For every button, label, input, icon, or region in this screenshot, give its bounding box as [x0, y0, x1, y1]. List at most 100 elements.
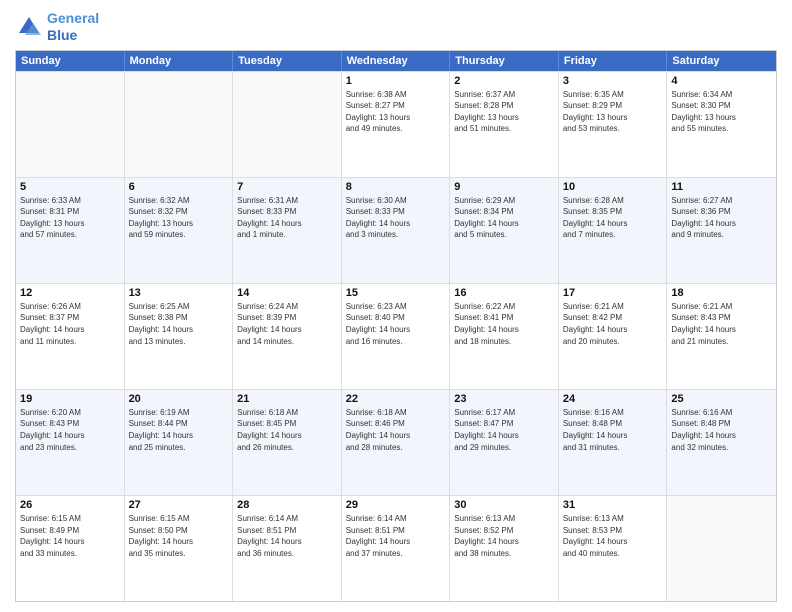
cal-week: 12 Sunrise: 6:26 AMSunset: 8:37 PMDayligh… [16, 283, 776, 389]
cal-cell: 19Sunrise: 6:20 AMSunset: 8:43 PMDayligh… [16, 390, 125, 495]
day-number: 28 [237, 499, 337, 511]
cell-text: Sunrise: 6:18 AMSunset: 8:46 PMDaylight:… [346, 407, 446, 453]
day-number: 23 [454, 393, 554, 405]
cell-text: Sunrise: 6:21 AMSunset: 8:42 PMDaylight:… [563, 301, 663, 347]
cal-cell: 8Sunrise: 6:30 AMSunset: 8:33 PMDaylight… [342, 178, 451, 283]
cal-cell: 29Sunrise: 6:14 AMSunset: 8:51 PMDayligh… [342, 496, 451, 601]
cal-header-cell: Tuesday [233, 51, 342, 71]
cal-cell: 17 Sunrise: 6:21 AMSunset: 8:42 PMDayligh… [559, 284, 668, 389]
cell-text: Sunrise: 6:24 AMSunset: 8:39 PMDaylight:… [237, 301, 337, 347]
cal-cell: 15Sunrise: 6:23 AMSunset: 8:40 PMDayligh… [342, 284, 451, 389]
cal-cell: 16 Sunrise: 6:22 AMSunset: 8:41 PMDayligh… [450, 284, 559, 389]
cell-text: Sunrise: 6:14 AMSunset: 8:51 PMDaylight:… [237, 513, 337, 559]
day-number: 30 [454, 499, 554, 511]
day-number: 14 [237, 287, 337, 299]
cal-cell: 11Sunrise: 6:27 AMSunset: 8:36 PMDayligh… [667, 178, 776, 283]
day-number: 27 [129, 499, 229, 511]
cal-cell: 31 Sunrise: 6:13 AMSunset: 8:53 PMDayligh… [559, 496, 668, 601]
cal-cell: 1 Sunrise: 6:38 AMSunset: 8:27 PMDaylight… [342, 72, 451, 177]
cell-text: Sunrise: 6:38 AMSunset: 8:27 PMDaylight:… [346, 89, 446, 135]
cal-header-cell: Friday [559, 51, 668, 71]
cal-cell: 6 Sunrise: 6:32 AMSunset: 8:32 PMDaylight… [125, 178, 234, 283]
cell-text: Sunrise: 6:33 AMSunset: 8:31 PMDaylight:… [20, 195, 120, 241]
cal-cell: 18Sunrise: 6:21 AMSunset: 8:43 PMDayligh… [667, 284, 776, 389]
day-number: 31 [563, 499, 663, 511]
cell-text: Sunrise: 6:17 AMSunset: 8:47 PMDaylight:… [454, 407, 554, 453]
day-number: 11 [671, 181, 772, 193]
cal-header-cell: Saturday [667, 51, 776, 71]
cal-header-cell: Wednesday [342, 51, 451, 71]
cell-text: Sunrise: 6:32 AMSunset: 8:32 PMDaylight:… [129, 195, 229, 241]
cal-cell: 14 Sunrise: 6:24 AMSunset: 8:39 PMDayligh… [233, 284, 342, 389]
cal-cell [16, 72, 125, 177]
cal-cell: 21 Sunrise: 6:18 AMSunset: 8:45 PMDayligh… [233, 390, 342, 495]
cell-text: Sunrise: 6:26 AMSunset: 8:37 PMDaylight:… [20, 301, 120, 347]
calendar-body: 1 Sunrise: 6:38 AMSunset: 8:27 PMDaylight… [16, 71, 776, 601]
day-number: 16 [454, 287, 554, 299]
cal-header-cell: Thursday [450, 51, 559, 71]
day-number: 7 [237, 181, 337, 193]
cal-cell: 22Sunrise: 6:18 AMSunset: 8:46 PMDayligh… [342, 390, 451, 495]
calendar: SundayMondayTuesdayWednesdayThursdayFrid… [15, 50, 777, 602]
day-number: 29 [346, 499, 446, 511]
day-number: 26 [20, 499, 120, 511]
cal-cell: 2Sunrise: 6:37 AMSunset: 8:28 PMDaylight… [450, 72, 559, 177]
cal-week: 19Sunrise: 6:20 AMSunset: 8:43 PMDayligh… [16, 389, 776, 495]
cell-text: Sunrise: 6:16 AMSunset: 8:48 PMDaylight:… [671, 407, 772, 453]
day-number: 17 [563, 287, 663, 299]
cal-cell: 12 Sunrise: 6:26 AMSunset: 8:37 PMDayligh… [16, 284, 125, 389]
header: General Blue [15, 10, 777, 44]
cell-text: Sunrise: 6:37 AMSunset: 8:28 PMDaylight:… [454, 89, 554, 135]
cell-text: Sunrise: 6:13 AMSunset: 8:52 PMDaylight:… [454, 513, 554, 559]
logo: General Blue [15, 10, 99, 44]
cal-week: 1 Sunrise: 6:38 AMSunset: 8:27 PMDaylight… [16, 71, 776, 177]
cal-cell: 28 Sunrise: 6:14 AMSunset: 8:51 PMDayligh… [233, 496, 342, 601]
logo-text: General Blue [47, 10, 99, 44]
day-number: 18 [671, 287, 772, 299]
cell-text: Sunrise: 6:13 AMSunset: 8:53 PMDaylight:… [563, 513, 663, 559]
cal-cell: 5 Sunrise: 6:33 AMSunset: 8:31 PMDaylight… [16, 178, 125, 283]
page: General Blue SundayMondayTuesdayWednesda… [0, 0, 792, 612]
cell-text: Sunrise: 6:23 AMSunset: 8:40 PMDaylight:… [346, 301, 446, 347]
cell-text: Sunrise: 6:15 AMSunset: 8:49 PMDaylight:… [20, 513, 120, 559]
cal-cell: 23 Sunrise: 6:17 AMSunset: 8:47 PMDayligh… [450, 390, 559, 495]
cell-text: Sunrise: 6:18 AMSunset: 8:45 PMDaylight:… [237, 407, 337, 453]
day-number: 9 [454, 181, 554, 193]
cell-text: Sunrise: 6:34 AMSunset: 8:30 PMDaylight:… [671, 89, 772, 135]
day-number: 3 [563, 75, 663, 87]
cal-week: 26 Sunrise: 6:15 AMSunset: 8:49 PMDayligh… [16, 495, 776, 601]
cell-text: Sunrise: 6:28 AMSunset: 8:35 PMDaylight:… [563, 195, 663, 241]
cell-text: Sunrise: 6:19 AMSunset: 8:44 PMDaylight:… [129, 407, 229, 453]
cal-cell: 30 Sunrise: 6:13 AMSunset: 8:52 PMDayligh… [450, 496, 559, 601]
cal-cell: 20Sunrise: 6:19 AMSunset: 8:44 PMDayligh… [125, 390, 234, 495]
cal-cell [125, 72, 234, 177]
day-number: 25 [671, 393, 772, 405]
day-number: 19 [20, 393, 120, 405]
cell-text: Sunrise: 6:25 AMSunset: 8:38 PMDaylight:… [129, 301, 229, 347]
cell-text: Sunrise: 6:22 AMSunset: 8:41 PMDaylight:… [454, 301, 554, 347]
cell-text: Sunrise: 6:30 AMSunset: 8:33 PMDaylight:… [346, 195, 446, 241]
cal-cell: 10 Sunrise: 6:28 AMSunset: 8:35 PMDayligh… [559, 178, 668, 283]
day-number: 5 [20, 181, 120, 193]
day-number: 10 [563, 181, 663, 193]
cal-header-cell: Sunday [16, 51, 125, 71]
cell-text: Sunrise: 6:35 AMSunset: 8:29 PMDaylight:… [563, 89, 663, 135]
day-number: 13 [129, 287, 229, 299]
cell-text: Sunrise: 6:29 AMSunset: 8:34 PMDaylight:… [454, 195, 554, 241]
cal-cell: 9 Sunrise: 6:29 AMSunset: 8:34 PMDaylight… [450, 178, 559, 283]
day-number: 4 [671, 75, 772, 87]
day-number: 12 [20, 287, 120, 299]
cell-text: Sunrise: 6:16 AMSunset: 8:48 PMDaylight:… [563, 407, 663, 453]
cal-cell: 27Sunrise: 6:15 AMSunset: 8:50 PMDayligh… [125, 496, 234, 601]
cal-header-cell: Monday [125, 51, 234, 71]
cal-cell [233, 72, 342, 177]
cal-cell [667, 496, 776, 601]
cal-cell: 7Sunrise: 6:31 AMSunset: 8:33 PMDaylight… [233, 178, 342, 283]
day-number: 21 [237, 393, 337, 405]
cal-week: 5 Sunrise: 6:33 AMSunset: 8:31 PMDaylight… [16, 177, 776, 283]
calendar-header-row: SundayMondayTuesdayWednesdayThursdayFrid… [16, 51, 776, 71]
day-number: 24 [563, 393, 663, 405]
day-number: 6 [129, 181, 229, 193]
day-number: 1 [346, 75, 446, 87]
cal-cell: 24 Sunrise: 6:16 AMSunset: 8:48 PMDayligh… [559, 390, 668, 495]
